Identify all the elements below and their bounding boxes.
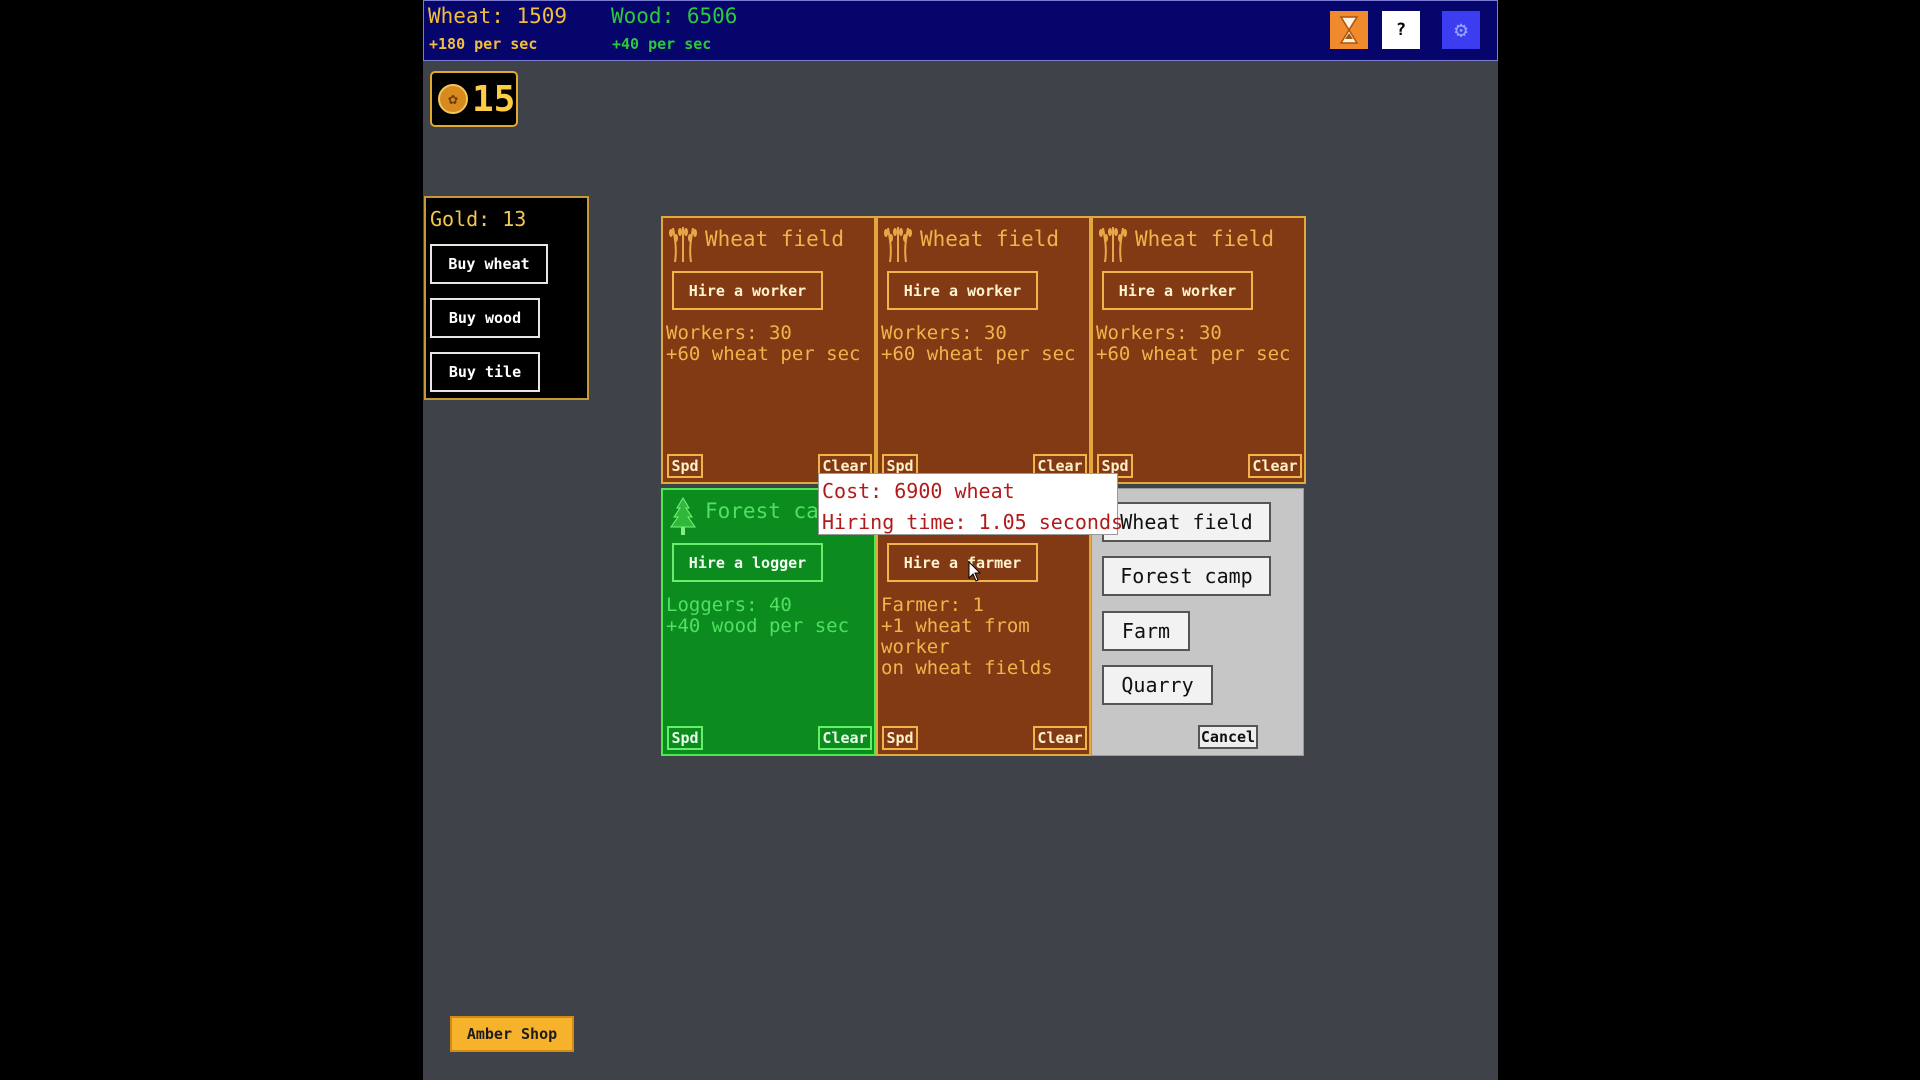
hourglass-icon: [1339, 16, 1359, 44]
tree-icon: [670, 497, 696, 535]
wood-rate: +40 per sec: [612, 35, 712, 53]
wheat-field-tile: Wheat field Hire a worker Workers: 30 +6…: [661, 216, 876, 484]
mouse-cursor-icon: [968, 561, 982, 582]
wheat-rate: +180 per sec: [429, 35, 538, 53]
build-quarry-option[interactable]: Quarry: [1102, 665, 1213, 705]
hire-tooltip: Cost: 6900 wheat Hiring time: 1.05 secon…: [818, 473, 1124, 535]
cancel-button[interactable]: Cancel: [1198, 725, 1258, 749]
resource-bar: Wheat: 1509 +180 per sec Wood: 6506 +40 …: [423, 0, 1498, 61]
speed-button[interactable]: Spd: [882, 726, 918, 750]
clear-button[interactable]: Clear: [818, 726, 872, 750]
hire-worker-button[interactable]: Hire a worker: [887, 271, 1038, 310]
wheat-field-tile: Wheat field Hire a worker Workers: 30 +6…: [876, 216, 1091, 484]
build-forest-camp-option[interactable]: Forest camp: [1102, 556, 1271, 596]
buy-wheat-button[interactable]: Buy wheat: [430, 244, 548, 284]
tile-title: Wheat field: [920, 227, 1060, 251]
amber-counter: ✿ 15: [430, 71, 518, 127]
amber-coin-icon: ✿: [438, 84, 468, 114]
tile-info: Workers: 30 +60 wheat per sec: [881, 322, 1076, 365]
game-area: Wheat: 1509 +180 per sec Wood: 6506 +40 …: [423, 0, 1498, 1080]
tile-title: Wheat field: [1135, 227, 1275, 251]
gold-amount: Gold: 13: [430, 207, 527, 231]
hire-worker-button[interactable]: Hire a worker: [1102, 271, 1253, 310]
hire-farmer-button[interactable]: Hire a farmer: [887, 543, 1038, 582]
wheat-amount: Wheat: 1509: [428, 4, 568, 28]
speed-button[interactable]: Spd: [667, 454, 703, 478]
buy-wood-button[interactable]: Buy wood: [430, 298, 540, 338]
tile-info: Loggers: 40 +40 wood per sec: [666, 594, 850, 637]
build-farm-option[interactable]: Farm: [1102, 611, 1190, 651]
wheat-icon: [884, 227, 912, 263]
hourglass-button[interactable]: [1330, 11, 1368, 49]
amber-count: 15: [472, 78, 516, 120]
gold-shop-panel: Gold: 13 Buy wheat Buy wood Buy tile: [424, 196, 589, 400]
tooltip-hiring-time: Hiring time: 1.05 seconds: [822, 510, 1124, 534]
wheat-icon: [1099, 227, 1127, 263]
gear-icon: ⚙: [1454, 17, 1468, 43]
settings-button[interactable]: ⚙: [1442, 11, 1480, 49]
tile-info: Farmer: 1 +1 wheat from worker on wheat …: [881, 594, 1053, 679]
buy-tile-button[interactable]: Buy tile: [430, 352, 540, 392]
tile-info: Workers: 30 +60 wheat per sec: [666, 322, 861, 365]
tile-info: Workers: 30 +60 wheat per sec: [1096, 322, 1291, 365]
tooltip-cost: Cost: 6900 wheat: [822, 479, 1015, 503]
wood-amount: Wood: 6506: [611, 4, 738, 28]
wheat-field-tile: Wheat field Hire a worker Workers: 30 +6…: [1091, 216, 1306, 484]
hire-worker-button[interactable]: Hire a worker: [672, 271, 823, 310]
tile-title: Wheat field: [705, 227, 845, 251]
hire-logger-button[interactable]: Hire a logger: [672, 543, 823, 582]
help-button[interactable]: ?: [1382, 11, 1420, 49]
clear-button[interactable]: Clear: [1033, 726, 1087, 750]
build-wheat-field-option[interactable]: Wheat field: [1102, 502, 1271, 542]
clear-button[interactable]: Clear: [1248, 454, 1302, 478]
amber-shop-button[interactable]: Amber Shop: [450, 1016, 574, 1052]
wheat-icon: [669, 227, 697, 263]
speed-button[interactable]: Spd: [667, 726, 703, 750]
